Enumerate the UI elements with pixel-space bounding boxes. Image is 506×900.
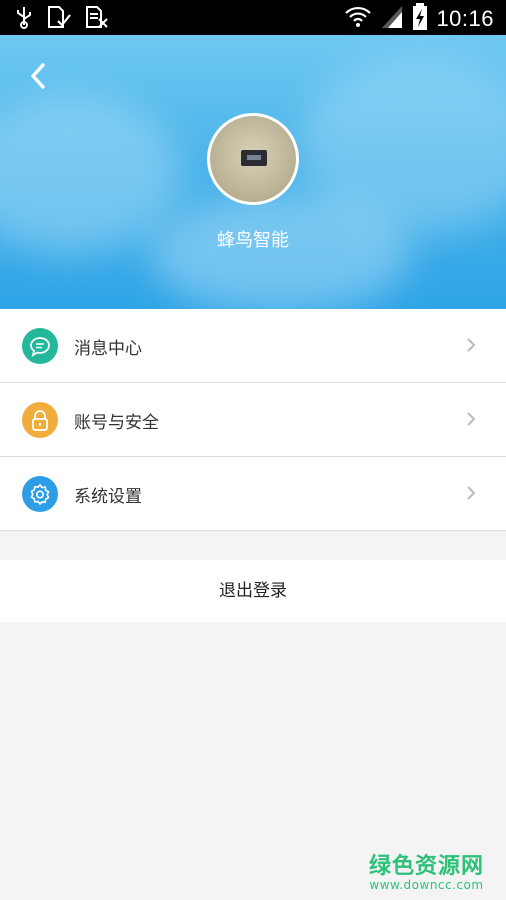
lock-icon xyxy=(22,402,58,438)
status-bar: 10:16 xyxy=(0,0,506,35)
message-icon xyxy=(22,328,58,364)
back-button[interactable] xyxy=(26,61,50,91)
menu-item-label: 消息中心 xyxy=(74,339,142,359)
menu-item-label: 系统设置 xyxy=(74,487,142,507)
settings-menu: 消息中心 账号与安全 系统设置 xyxy=(0,309,506,531)
watermark-title: 绿色资源网 xyxy=(368,854,484,879)
signal-icon xyxy=(380,4,404,34)
menu-item-system-settings[interactable]: 系统设置 xyxy=(0,457,506,531)
sim-check-icon xyxy=(46,5,72,33)
wifi-icon xyxy=(344,4,372,34)
gear-icon xyxy=(22,476,58,512)
watermark: 绿色资源网 www.downcc.com xyxy=(369,848,484,892)
chevron-right-icon xyxy=(466,337,476,353)
logout-button[interactable]: 退出登录 xyxy=(0,560,506,622)
battery-charging-icon xyxy=(412,3,428,35)
avatar[interactable] xyxy=(207,113,299,205)
menu-item-account-security[interactable]: 账号与安全 xyxy=(0,383,506,457)
username: 蜂鸟智能 xyxy=(217,230,289,251)
menu-item-label: 账号与安全 xyxy=(74,413,159,433)
chevron-left-icon xyxy=(31,63,45,89)
usb-icon xyxy=(14,5,34,33)
sim-off-icon xyxy=(84,5,110,33)
chevron-right-icon xyxy=(466,485,476,501)
status-time: 10:16 xyxy=(436,6,494,31)
avatar-image xyxy=(241,150,267,166)
background-blur xyxy=(150,195,410,309)
watermark-url: www.downcc.com xyxy=(369,878,484,892)
profile-header: 蜂鸟智能 xyxy=(0,35,506,309)
chevron-right-icon xyxy=(466,411,476,427)
menu-item-message-center[interactable]: 消息中心 xyxy=(0,309,506,383)
